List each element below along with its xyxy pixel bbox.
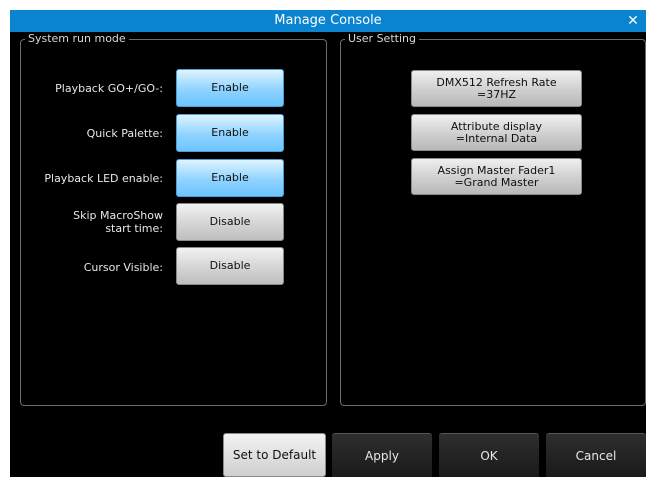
attribute-display-line1: Attribute display [450,119,543,133]
ok-button[interactable]: OK [439,433,539,477]
cursor-visible-label: Cursor Visible: [83,261,163,274]
playback-go-toggle[interactable]: Enable [176,69,284,107]
skip-macroshow-label-line1: Skip MacroShow [73,209,163,222]
skip-macroshow-label-line2: start time: [105,222,163,235]
apply-button[interactable]: Apply [332,433,432,477]
manage-console-window: Manage Console ✕ System run mode Playbac… [10,10,646,477]
assign-master-fader-line2: =Grand Master [454,175,539,189]
cancel-button[interactable]: Cancel [546,433,646,477]
playback-led-toggle[interactable]: Enable [176,159,284,197]
quick-palette-toggle[interactable]: Enable [176,114,284,152]
user-setting-title: User Setting [345,32,419,46]
system-run-mode-title: System run mode [25,32,129,46]
skip-macroshow-label: Skip MacroShow start time: [22,209,163,235]
cursor-visible-toggle[interactable]: Disable [176,247,284,285]
playback-led-label: Playback LED enable: [44,172,163,185]
dmx512-refresh-rate-line2: =37HZ [476,87,517,101]
title-bar: Manage Console ✕ [10,10,646,32]
quick-palette-label: Quick Palette: [86,127,163,140]
dmx512-refresh-rate-button[interactable]: DMX512 Refresh Rate =37HZ [411,70,582,107]
assign-master-fader-button[interactable]: Assign Master Fader1 =Grand Master [411,158,582,195]
footer-bar: Set to Default Apply OK Cancel [10,433,646,477]
attribute-display-button[interactable]: Attribute display =Internal Data [411,114,582,151]
set-to-default-button[interactable]: Set to Default [223,433,326,477]
skip-macroshow-toggle[interactable]: Disable [176,203,284,241]
dmx512-refresh-rate-line1: DMX512 Refresh Rate [436,75,557,89]
playback-go-label: Playback GO+/GO-: [55,82,163,95]
window-title: Manage Console [274,13,382,28]
close-icon[interactable]: ✕ [624,10,642,32]
assign-master-fader-line1: Assign Master Fader1 [437,163,556,177]
attribute-display-line2: =Internal Data [455,131,538,145]
